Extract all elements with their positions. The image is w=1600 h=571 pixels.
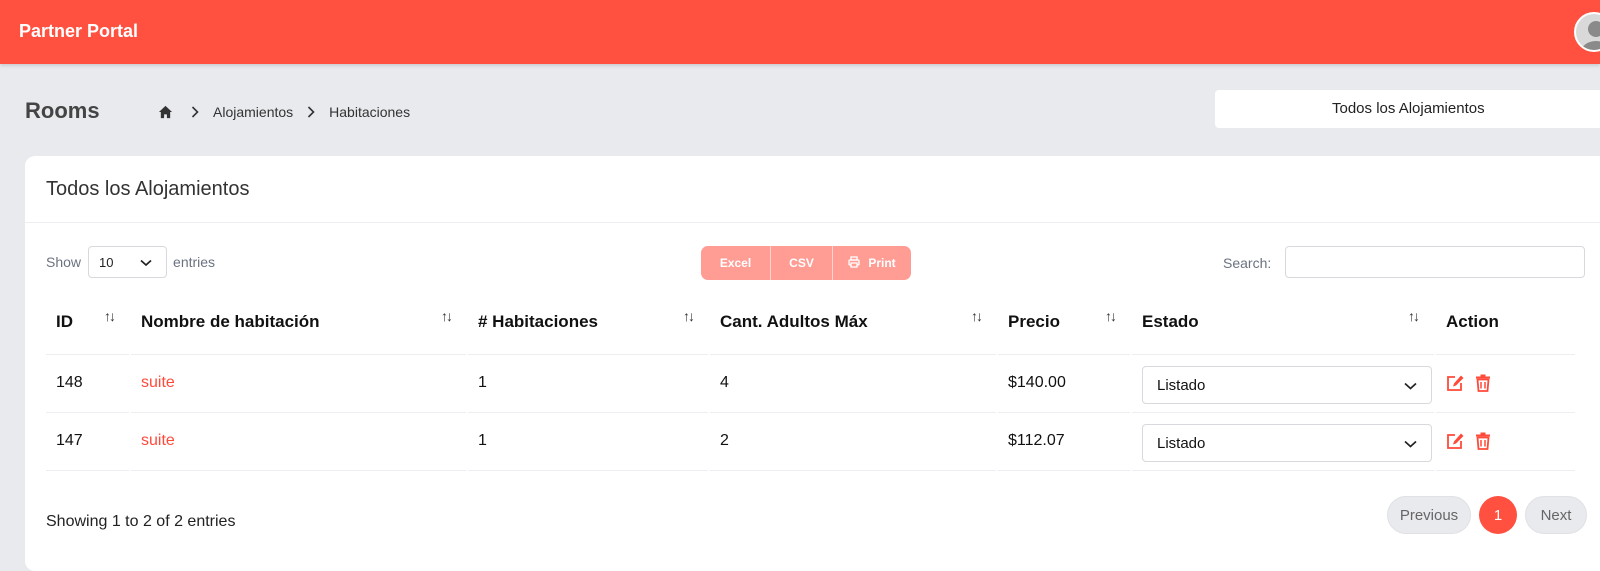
breadcrumb-habitaciones: Habitaciones bbox=[329, 104, 411, 120]
show-label: Show bbox=[46, 254, 82, 270]
csv-button[interactable]: CSV bbox=[771, 246, 833, 280]
rooms-table: ID ↑↓ Nombre de habitación ↑↓ # Habitacion… bbox=[46, 296, 1575, 471]
page-length-control: Show 10 entries bbox=[46, 246, 215, 278]
brand-logo[interactable]: Partner Portal bbox=[19, 21, 138, 42]
chevron-down-icon bbox=[140, 255, 152, 270]
page-title: Rooms bbox=[25, 98, 100, 123]
page-length-value: 10 bbox=[99, 254, 114, 270]
user-avatar-icon[interactable] bbox=[1574, 12, 1600, 52]
cell-rooms: 1 bbox=[467, 354, 710, 413]
cell-price: $112.07 bbox=[997, 412, 1132, 471]
row-actions bbox=[1446, 432, 1575, 450]
sort-icon: ↑↓ bbox=[1408, 308, 1420, 324]
status-value: Listado bbox=[1157, 434, 1206, 452]
print-button[interactable]: Print bbox=[833, 246, 911, 280]
status-select[interactable]: Listado bbox=[1142, 424, 1432, 462]
chevron-right-icon bbox=[307, 106, 315, 118]
status-select[interactable]: Listado bbox=[1142, 366, 1432, 404]
excel-button[interactable]: Excel bbox=[701, 246, 771, 280]
printer-icon bbox=[848, 255, 860, 271]
column-header-name[interactable]: Nombre de habitación ↑↓ bbox=[130, 296, 468, 355]
sort-icon: ↑↓ bbox=[971, 308, 983, 324]
cell-id: 147 bbox=[46, 412, 131, 471]
status-value: Listado bbox=[1157, 376, 1206, 394]
table-row: 148 suite 1 4 $140.00 Listado bbox=[46, 354, 1575, 413]
sort-icon: ↑↓ bbox=[104, 308, 116, 324]
cell-max-adults: 4 bbox=[709, 354, 998, 413]
divider bbox=[25, 222, 1600, 223]
sort-icon: ↑↓ bbox=[441, 308, 453, 324]
breadcrumb: Alojamientos Habitaciones bbox=[158, 104, 410, 120]
previous-button[interactable]: Previous bbox=[1387, 496, 1471, 534]
column-header-rooms[interactable]: # Habitaciones ↑↓ bbox=[467, 296, 710, 355]
column-header-price[interactable]: Precio ↑↓ bbox=[997, 296, 1132, 355]
page-length-select[interactable]: 10 bbox=[88, 246, 168, 278]
table-info: Showing 1 to 2 of 2 entries bbox=[46, 513, 236, 530]
column-header-action: Action bbox=[1435, 296, 1575, 355]
edit-icon[interactable] bbox=[1446, 432, 1465, 450]
home-icon[interactable] bbox=[158, 105, 173, 119]
sort-icon: ↑↓ bbox=[1105, 308, 1117, 324]
breadcrumb-alojamientos[interactable]: Alojamientos bbox=[213, 104, 293, 120]
column-header-max-adults[interactable]: Cant. Adultos Máx ↑↓ bbox=[709, 296, 998, 355]
chevron-down-icon bbox=[1404, 435, 1417, 452]
search-label: Search: bbox=[1223, 255, 1272, 271]
table-row: 147 suite 1 2 $112.07 Listado bbox=[46, 412, 1575, 471]
chevron-down-icon bbox=[1404, 377, 1417, 394]
chevron-right-icon bbox=[191, 106, 199, 118]
print-label: Print bbox=[868, 256, 896, 270]
table-header-row: ID ↑↓ Nombre de habitación ↑↓ # Habitacion… bbox=[46, 296, 1575, 355]
rooms-card: Todos los Alojamientos Show 10 entries E… bbox=[25, 156, 1600, 571]
entries-label: entries bbox=[173, 254, 216, 270]
room-name-link[interactable]: suite bbox=[141, 374, 175, 391]
cell-max-adults: 2 bbox=[709, 412, 998, 471]
edit-icon[interactable] bbox=[1446, 374, 1465, 392]
next-button[interactable]: Next bbox=[1525, 496, 1587, 534]
trash-icon[interactable] bbox=[1475, 374, 1491, 392]
property-select[interactable]: Todos los Alojamientos bbox=[1215, 90, 1600, 128]
page-button-1[interactable]: 1 bbox=[1479, 496, 1517, 534]
cell-rooms: 1 bbox=[467, 412, 710, 471]
cell-id: 148 bbox=[46, 354, 131, 413]
trash-icon[interactable] bbox=[1475, 432, 1491, 450]
cell-price: $140.00 bbox=[997, 354, 1132, 413]
top-navbar: Partner Portal bbox=[0, 0, 1600, 64]
room-name-link[interactable]: suite bbox=[141, 432, 175, 449]
row-actions bbox=[1446, 374, 1575, 392]
search-input[interactable] bbox=[1285, 246, 1585, 278]
column-header-id[interactable]: ID ↑↓ bbox=[46, 296, 131, 355]
sort-icon: ↑↓ bbox=[683, 308, 695, 324]
column-header-status[interactable]: Estado ↑↓ bbox=[1131, 296, 1436, 355]
card-title: Todos los Alojamientos bbox=[46, 178, 250, 200]
pagination: Previous 1 Next bbox=[1387, 496, 1587, 534]
export-button-group: Excel CSV Print bbox=[701, 246, 911, 280]
